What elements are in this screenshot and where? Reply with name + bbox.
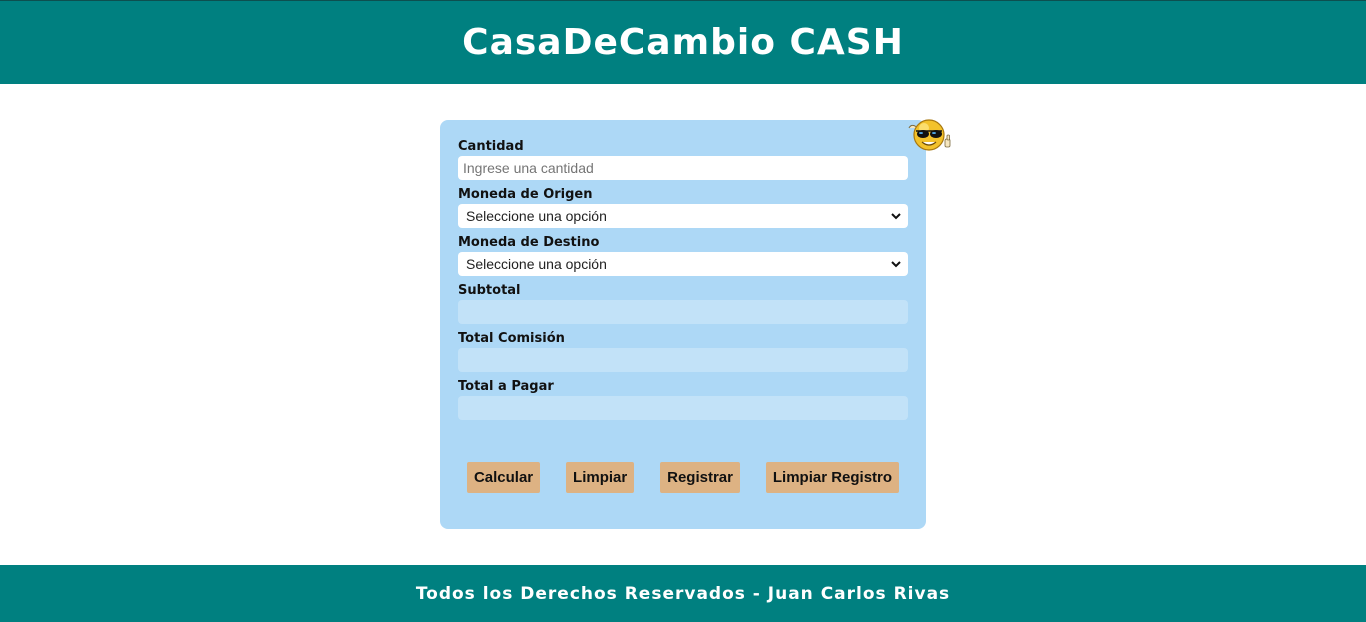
total-comision-label: Total Comisión — [458, 331, 565, 346]
moneda-destino-selected: Seleccione una opción — [466, 256, 607, 272]
moneda-destino-select[interactable]: Seleccione una opción — [458, 252, 908, 276]
moneda-origen-field: Moneda de Origen Seleccione una opción — [458, 188, 908, 228]
total-pagar-output — [458, 396, 908, 420]
limpiar-registro-button[interactable]: Limpiar Registro — [765, 462, 900, 493]
total-comision-field: Total Comisión — [458, 332, 908, 372]
chevron-down-icon — [891, 213, 901, 220]
footer-text: Todos los Derechos Reservados - Juan Car… — [415, 583, 951, 604]
total-pagar-field: Total a Pagar — [458, 380, 908, 420]
moneda-destino-label: Moneda de Destino — [458, 235, 600, 250]
app-header: CasaDeCambio CASH — [0, 0, 1366, 84]
total-pagar-label: Total a Pagar — [458, 379, 554, 394]
subtotal-field: Subtotal — [458, 284, 908, 324]
calcular-button[interactable]: Calcular — [466, 462, 541, 493]
subtotal-output — [458, 300, 908, 324]
chevron-down-icon — [891, 261, 901, 268]
total-comision-output — [458, 348, 908, 372]
limpiar-button[interactable]: Limpiar — [566, 462, 635, 493]
registrar-button[interactable]: Registrar — [660, 462, 740, 493]
moneda-origen-selected: Seleccione una opción — [466, 208, 607, 224]
cantidad-field: Cantidad — [458, 140, 908, 180]
cool-sunglasses-smiley-icon — [908, 119, 951, 151]
moneda-destino-field: Moneda de Destino Seleccione una opción — [458, 236, 908, 276]
cantidad-label: Cantidad — [458, 139, 524, 154]
exchange-form-card: Cantidad Moneda de Origen Seleccione una… — [440, 120, 926, 529]
app-title: CasaDeCambio CASH — [462, 22, 904, 63]
app-footer: Todos los Derechos Reservados - Juan Car… — [0, 565, 1366, 622]
cantidad-input[interactable] — [458, 156, 908, 180]
moneda-origen-label: Moneda de Origen — [458, 187, 593, 202]
subtotal-label: Subtotal — [458, 283, 521, 298]
moneda-origen-select[interactable]: Seleccione una opción — [458, 204, 908, 228]
action-buttons: Calcular Limpiar Registrar Limpiar Regis… — [440, 462, 926, 493]
